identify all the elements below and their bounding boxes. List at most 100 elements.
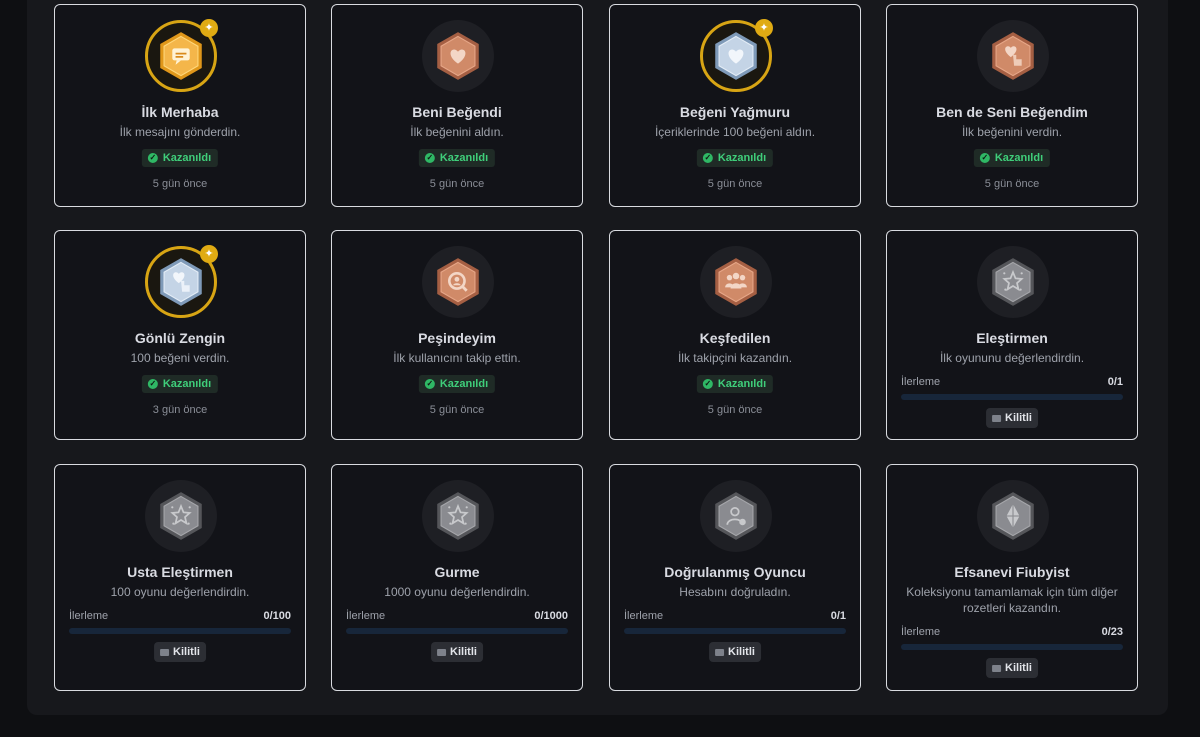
locked-label: Kilitli — [1005, 412, 1032, 424]
earned-time: 5 gün önce — [707, 178, 763, 190]
heart-icon — [437, 32, 479, 80]
badge-card[interactable]: Doğrulanmış Oyuncu Hesabını doğruladın. İ… — [609, 464, 861, 691]
lock-icon — [992, 664, 1002, 672]
earned-badge: ✓ Kazanıldı — [418, 149, 496, 167]
locked-badge: Kilitli — [154, 642, 206, 662]
badge-card[interactable]: Gurme 1000 oyunu değerlendirdin. İlerleme… — [331, 464, 583, 691]
badge-description: 1000 oyunu değerlendirdin. — [384, 585, 530, 599]
badge-medal — [422, 20, 494, 92]
heart-hand-icon — [992, 32, 1034, 80]
badge-title: Peşindeyim — [418, 330, 496, 346]
check-icon: ✓ — [147, 153, 158, 163]
locked-label: Kilitli — [728, 646, 755, 658]
earned-label: Kazanıldı — [439, 378, 489, 390]
earned-time: 5 gün önce — [984, 178, 1040, 190]
badge-title: Eleştirmen — [976, 330, 1048, 346]
check-icon: ✓ — [702, 153, 713, 163]
earned-time: 3 gün önce — [152, 404, 208, 416]
badge-title: Keşfedilen — [699, 330, 771, 346]
badge-card[interactable]: Beni Beğendi İlk beğenini aldın. ✓ Kazan… — [331, 4, 583, 207]
earned-label: Kazanıldı — [162, 378, 212, 390]
lock-icon — [992, 414, 1002, 422]
badge-card[interactable]: Usta Eleştirmen 100 oyunu değerlendirdin… — [54, 464, 306, 691]
badge-medal: ✦ — [145, 245, 218, 318]
badge-title: Efsanevi Fiubyist — [954, 564, 1070, 580]
lock-icon — [437, 648, 447, 656]
progress-label: İlerleme — [901, 376, 941, 388]
badge-card[interactable]: Peşindeyim İlk kullanıcını takip ettin. … — [331, 230, 583, 440]
locked-badge: Kilitli — [709, 642, 761, 662]
earned-badge: ✓ Kazanıldı — [973, 149, 1051, 167]
hearts-icon — [715, 32, 757, 80]
locked-label: Kilitli — [450, 646, 477, 658]
badge-medal — [145, 480, 217, 552]
pin-icon[interactable]: ✦ — [200, 245, 218, 263]
earned-badge: ✓ Kazanıldı — [696, 149, 774, 167]
badge-description: İlk takipçini kazandın. — [677, 351, 793, 365]
badge-card[interactable]: Eleştirmen İlk oyununu değerlendirdin. İl… — [886, 230, 1138, 440]
progress-bar — [901, 644, 1123, 650]
progress-value: 0/100 — [263, 610, 291, 622]
badge-description: İlk oyununu değerlendirdin. — [939, 351, 1085, 365]
badge-description: 100 oyunu değerlendirdin. — [110, 585, 250, 599]
locked-badge: Kilitli — [986, 658, 1038, 678]
badge-medal — [422, 246, 494, 318]
progress-label: İlerleme — [346, 610, 386, 622]
badge-description: İlk beğenini aldın. — [410, 125, 504, 139]
earned-time: 5 gün önce — [429, 404, 485, 416]
progress-value: 0/23 — [1101, 626, 1123, 638]
badge-medal — [700, 246, 772, 318]
check-icon: ✓ — [702, 379, 713, 389]
progress-bar — [346, 628, 568, 634]
badge-description: İçeriklerinde 100 beğeni aldın. — [654, 125, 816, 139]
earned-badge: ✓ Kazanıldı — [141, 375, 219, 393]
lock-icon — [160, 648, 170, 656]
magnifier-user-icon — [437, 258, 479, 306]
badge-medal — [422, 480, 494, 552]
locked-label: Kilitli — [1005, 662, 1032, 674]
pin-icon[interactable]: ✦ — [200, 19, 218, 37]
badge-title: Beğeni Yağmuru — [679, 104, 791, 120]
verified-user-icon — [715, 492, 757, 540]
badge-card[interactable]: ✦ İlk Merhaba İlk mesajını gönderdin. ✓ … — [54, 4, 306, 207]
progress-bar — [69, 628, 291, 634]
badge-card[interactable]: Keşfedilen İlk takipçini kazandın. ✓ Kaz… — [609, 230, 861, 440]
earned-label: Kazanıldı — [717, 152, 767, 164]
progress-label: İlerleme — [69, 610, 109, 622]
badge-card[interactable]: ✦ Beğeni Yağmuru İçeriklerinde 100 beğen… — [609, 4, 861, 207]
badge-medal — [700, 480, 772, 552]
chat-bubble-icon — [160, 32, 202, 80]
check-icon: ✓ — [979, 153, 990, 163]
earned-time: 5 gün önce — [429, 178, 485, 190]
star-icon — [160, 492, 202, 540]
badge-card[interactable]: Efsanevi Fiubyist Koleksiyonu tamamlamak… — [886, 464, 1138, 691]
badge-card[interactable]: Ben de Seni Beğendim İlk beğenini verdin… — [886, 4, 1138, 207]
locked-label: Kilitli — [173, 646, 200, 658]
progress-value: 0/1 — [1107, 376, 1123, 388]
badge-description: 100 beğeni verdin. — [130, 351, 230, 365]
badge-medal — [977, 246, 1049, 318]
badge-title: Gönlü Zengin — [134, 330, 226, 346]
progress-bar — [901, 394, 1123, 400]
badge-title: Gurme — [434, 564, 480, 580]
earned-time: 5 gün önce — [152, 178, 208, 190]
badge-title: Usta Eleştirmen — [127, 564, 233, 580]
locked-badge: Kilitli — [431, 642, 483, 662]
badge-title: Beni Beğendi — [412, 104, 502, 120]
progress-bar — [624, 628, 846, 634]
earned-badge: ✓ Kazanıldı — [418, 375, 496, 393]
locked-badge: Kilitli — [986, 408, 1038, 428]
progress-label: İlerleme — [624, 610, 664, 622]
badge-card[interactable]: ✦ Gönlü Zengin 100 beğeni verdin. ✓ Kaza… — [54, 230, 306, 440]
pin-icon[interactable]: ✦ — [755, 19, 773, 37]
earned-badge: ✓ Kazanıldı — [141, 149, 219, 167]
check-icon: ✓ — [424, 153, 435, 163]
heart-hand-icon — [160, 258, 202, 306]
progress-value: 0/1 — [830, 610, 846, 622]
badge-description: İlk beğenini verdin. — [961, 125, 1063, 139]
earned-label: Kazanıldı — [717, 378, 767, 390]
badge-title: İlk Merhaba — [141, 104, 219, 120]
earned-label: Kazanıldı — [162, 152, 212, 164]
badge-medal: ✦ — [700, 19, 773, 92]
badge-description: Hesabını doğruladın. — [679, 585, 791, 599]
